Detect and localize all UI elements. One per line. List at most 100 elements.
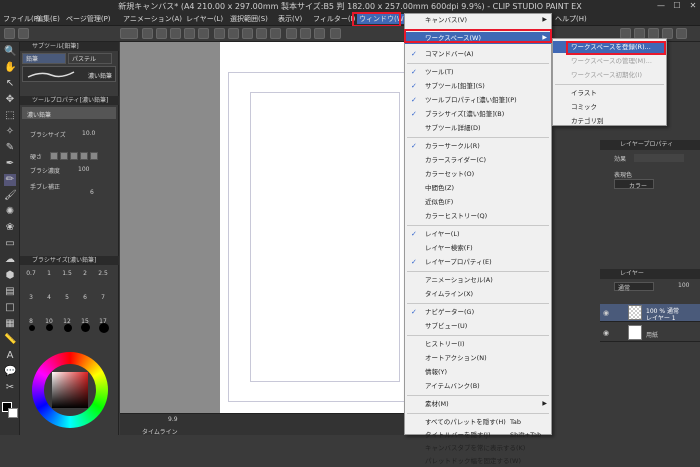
tab-pencil[interactable]: 鉛筆 [22,53,66,64]
selection-tool-icon[interactable]: ⬚ [4,110,16,122]
eye-icon[interactable]: ◉ [603,329,609,337]
hardness-swatches[interactable] [50,152,98,160]
size-cell[interactable]: 0.7 [24,270,38,277]
deselect-icon[interactable] [242,28,253,39]
menu-animation[interactable]: アニメーション(A) [123,14,182,24]
menu-filter[interactable]: フィルター(I) [313,14,355,24]
size-cell[interactable]: 3 [24,294,38,301]
zoom-tool-icon[interactable]: 🔍 [4,46,16,58]
pen-tool-icon[interactable]: ✒ [4,158,16,170]
eye-icon[interactable]: ◉ [603,309,609,317]
dropdown-icon[interactable] [330,28,341,39]
menu-layer[interactable]: レイヤー(L) [186,14,223,24]
window-menu-item[interactable]: ツール(T) ✓ [405,66,551,78]
window-menu-item[interactable]: 近似色(F) [405,196,551,208]
brush-tool-icon[interactable]: 🖌 [4,190,17,202]
eyedropper-tool-icon[interactable]: ✎ [4,142,16,154]
window-menu-item[interactable]: ツールプロパティ[濃い鉛筆](P) ✓ [405,94,551,106]
workspace-menu-item[interactable]: コミック [553,101,666,113]
workspace-menu-item[interactable]: カテゴリ別 [553,115,666,127]
balloon-tool-icon[interactable]: 💬 [4,366,16,378]
window-menu-item[interactable]: 素材(M) ▶ [405,398,551,410]
workspace-menu-item[interactable]: イラスト [553,87,666,99]
size-cell[interactable]: 6 [78,294,92,301]
size-cell[interactable]: 2 [78,270,92,277]
size-cell[interactable]: 4 [42,294,56,301]
brush-item[interactable]: 濃い鉛筆 [22,66,116,82]
close-button[interactable]: ✕ [688,1,698,10]
fill-tool-icon[interactable]: ⬢ [4,270,16,282]
gradient-tool-icon[interactable]: ▤ [4,286,16,298]
menu-view[interactable]: 表示(V) [278,14,302,24]
menu-selection[interactable]: 選択範囲(S) [230,14,268,24]
blend-mode-select[interactable]: 通常 [614,282,654,292]
window-menu-item[interactable]: アニメーションセル(A) [405,274,551,286]
window-menu-item[interactable]: キャンバス(V) ▶ [405,14,551,26]
window-menu-item[interactable]: ブラシサイズ[濃い鉛筆](B) ✓ [405,108,551,120]
new-icon[interactable] [4,28,15,39]
size-cell[interactable]: 8 [24,318,38,325]
window-menu-item[interactable]: パレットドック幅を固定する(W) [405,455,551,467]
figure-tool-icon[interactable]: □ [4,302,16,314]
minimize-button[interactable]: — [656,1,666,10]
ruler-tool-icon[interactable]: 📏 [4,334,16,346]
window-menu-item[interactable]: サブビュー(U) [405,320,551,332]
window-menu-item[interactable]: ナビゲーター(G) ✓ [405,306,551,318]
hand-tool-icon[interactable]: ✋ [4,62,16,74]
zoom-value[interactable]: 9.9 [168,416,178,423]
clear-icon[interactable] [214,28,225,39]
menu-file[interactable]: ファイル(F) [3,14,41,24]
display-color-select[interactable]: カラー [614,179,654,190]
window-menu-item[interactable]: コマンドバー(A) ✓ [405,48,551,60]
snap-ruler-icon[interactable] [286,28,297,39]
sub-color-swatch[interactable] [8,408,18,418]
window-menu-item[interactable]: レイヤー(L) ✓ [405,228,551,240]
size-cell[interactable]: 2.5 [96,270,110,277]
menu-edit[interactable]: 編集(E) [36,14,60,24]
invert-selection-icon[interactable] [256,28,267,39]
redo-icon[interactable] [198,28,209,39]
stabilizer-value[interactable]: 6 [90,189,94,196]
snap-special-icon[interactable] [314,28,325,39]
transform-icon[interactable] [228,28,239,39]
window-menu-item[interactable]: カラーヒストリー(Q) [405,210,551,222]
window-menu-item[interactable]: タイムライン(X) [405,288,551,300]
blend-tool-icon[interactable]: ☁ [4,254,16,266]
window-menu-item[interactable]: ヒストリー(I) [405,338,551,350]
undo-icon[interactable] [184,28,195,39]
size-cell[interactable]: 1 [42,270,56,277]
maximize-button[interactable]: ☐ [672,1,682,10]
window-menu-item[interactable]: レイヤープロパティ(E) ✓ [405,256,551,268]
window-menu-item[interactable]: オートアクション(N) [405,352,551,364]
menu-help[interactable]: ヘルプ(H) [555,14,587,24]
window-menu-item[interactable]: 中間色(Z) [405,182,551,194]
menu-page[interactable]: ページ管理(P) [66,14,111,24]
saturation-box[interactable] [52,372,88,408]
tab-pastel[interactable]: パステル [68,53,112,64]
auto-select-tool-icon[interactable]: ✧ [4,126,16,138]
window-menu-item[interactable]: レイヤー検索(F) [405,242,551,254]
layer-row[interactable]: ◉ 100 % 通常 レイヤー 1 [600,304,700,322]
window-menu-item[interactable]: 情報(Y) [405,366,551,378]
frame-tool-icon[interactable]: ▦ [4,318,16,330]
save-icon[interactable] [142,28,153,39]
export-icon[interactable] [156,28,167,39]
clip-studio-icon[interactable] [120,28,138,39]
move-layer-tool-icon[interactable]: ✥ [4,94,16,106]
window-menu-item[interactable]: カラーセット(O) [405,168,551,180]
airbrush-tool-icon[interactable]: ✺ [4,206,16,218]
operation-tool-icon[interactable]: ↖ [4,78,16,90]
size-cell[interactable]: 5 [60,294,74,301]
window-menu-item[interactable]: キャンバスタブを常に表示する(K) [405,442,551,454]
window-menu-item[interactable]: アイテムバンク(B) [405,380,551,392]
text-tool-icon[interactable]: A [4,350,16,362]
panel-icon-5[interactable] [676,28,687,39]
canvas-area[interactable] [120,42,424,413]
window-menu-item[interactable]: サブツール[鉛筆](S) ✓ [405,80,551,92]
window-menu-item[interactable]: カラースライダー(C) [405,154,551,166]
brush-size-value[interactable]: 10.0 [82,130,95,137]
opacity-value[interactable]: 100 [678,282,689,289]
window-menu-item[interactable]: すべてのパレットを隠す(H) Tab [405,416,551,428]
new-canvas-icon[interactable] [170,28,181,39]
size-cell[interactable]: 1.5 [60,270,74,277]
